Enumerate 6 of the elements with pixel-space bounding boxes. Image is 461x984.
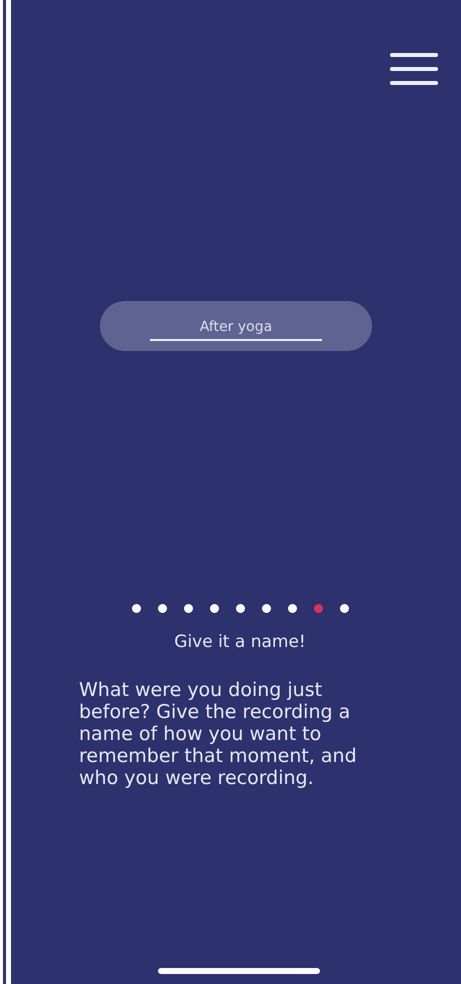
- name-input[interactable]: After yoga: [150, 317, 322, 341]
- name-field[interactable]: After yoga: [100, 301, 372, 351]
- step-description: What were you doing just before? Give the recording a name of how you want to remember that moment, and who you were recording.: [79, 678, 358, 788]
- step-title: Give it a name!: [173, 631, 307, 654]
- menu-button[interactable]: [389, 50, 439, 88]
- menu-icon: [389, 52, 439, 86]
